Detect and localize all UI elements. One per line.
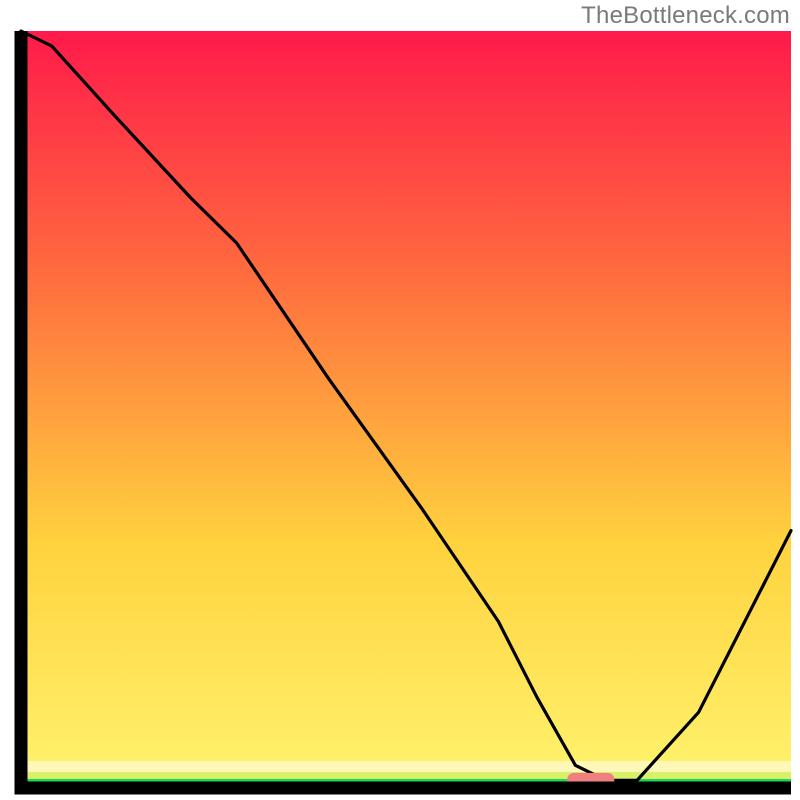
attribution-text: TheBottleneck.com bbox=[581, 2, 790, 30]
bottleneck-chart bbox=[0, 0, 800, 800]
band-cream bbox=[21, 761, 791, 772]
band-yellowgreen bbox=[21, 772, 791, 779]
